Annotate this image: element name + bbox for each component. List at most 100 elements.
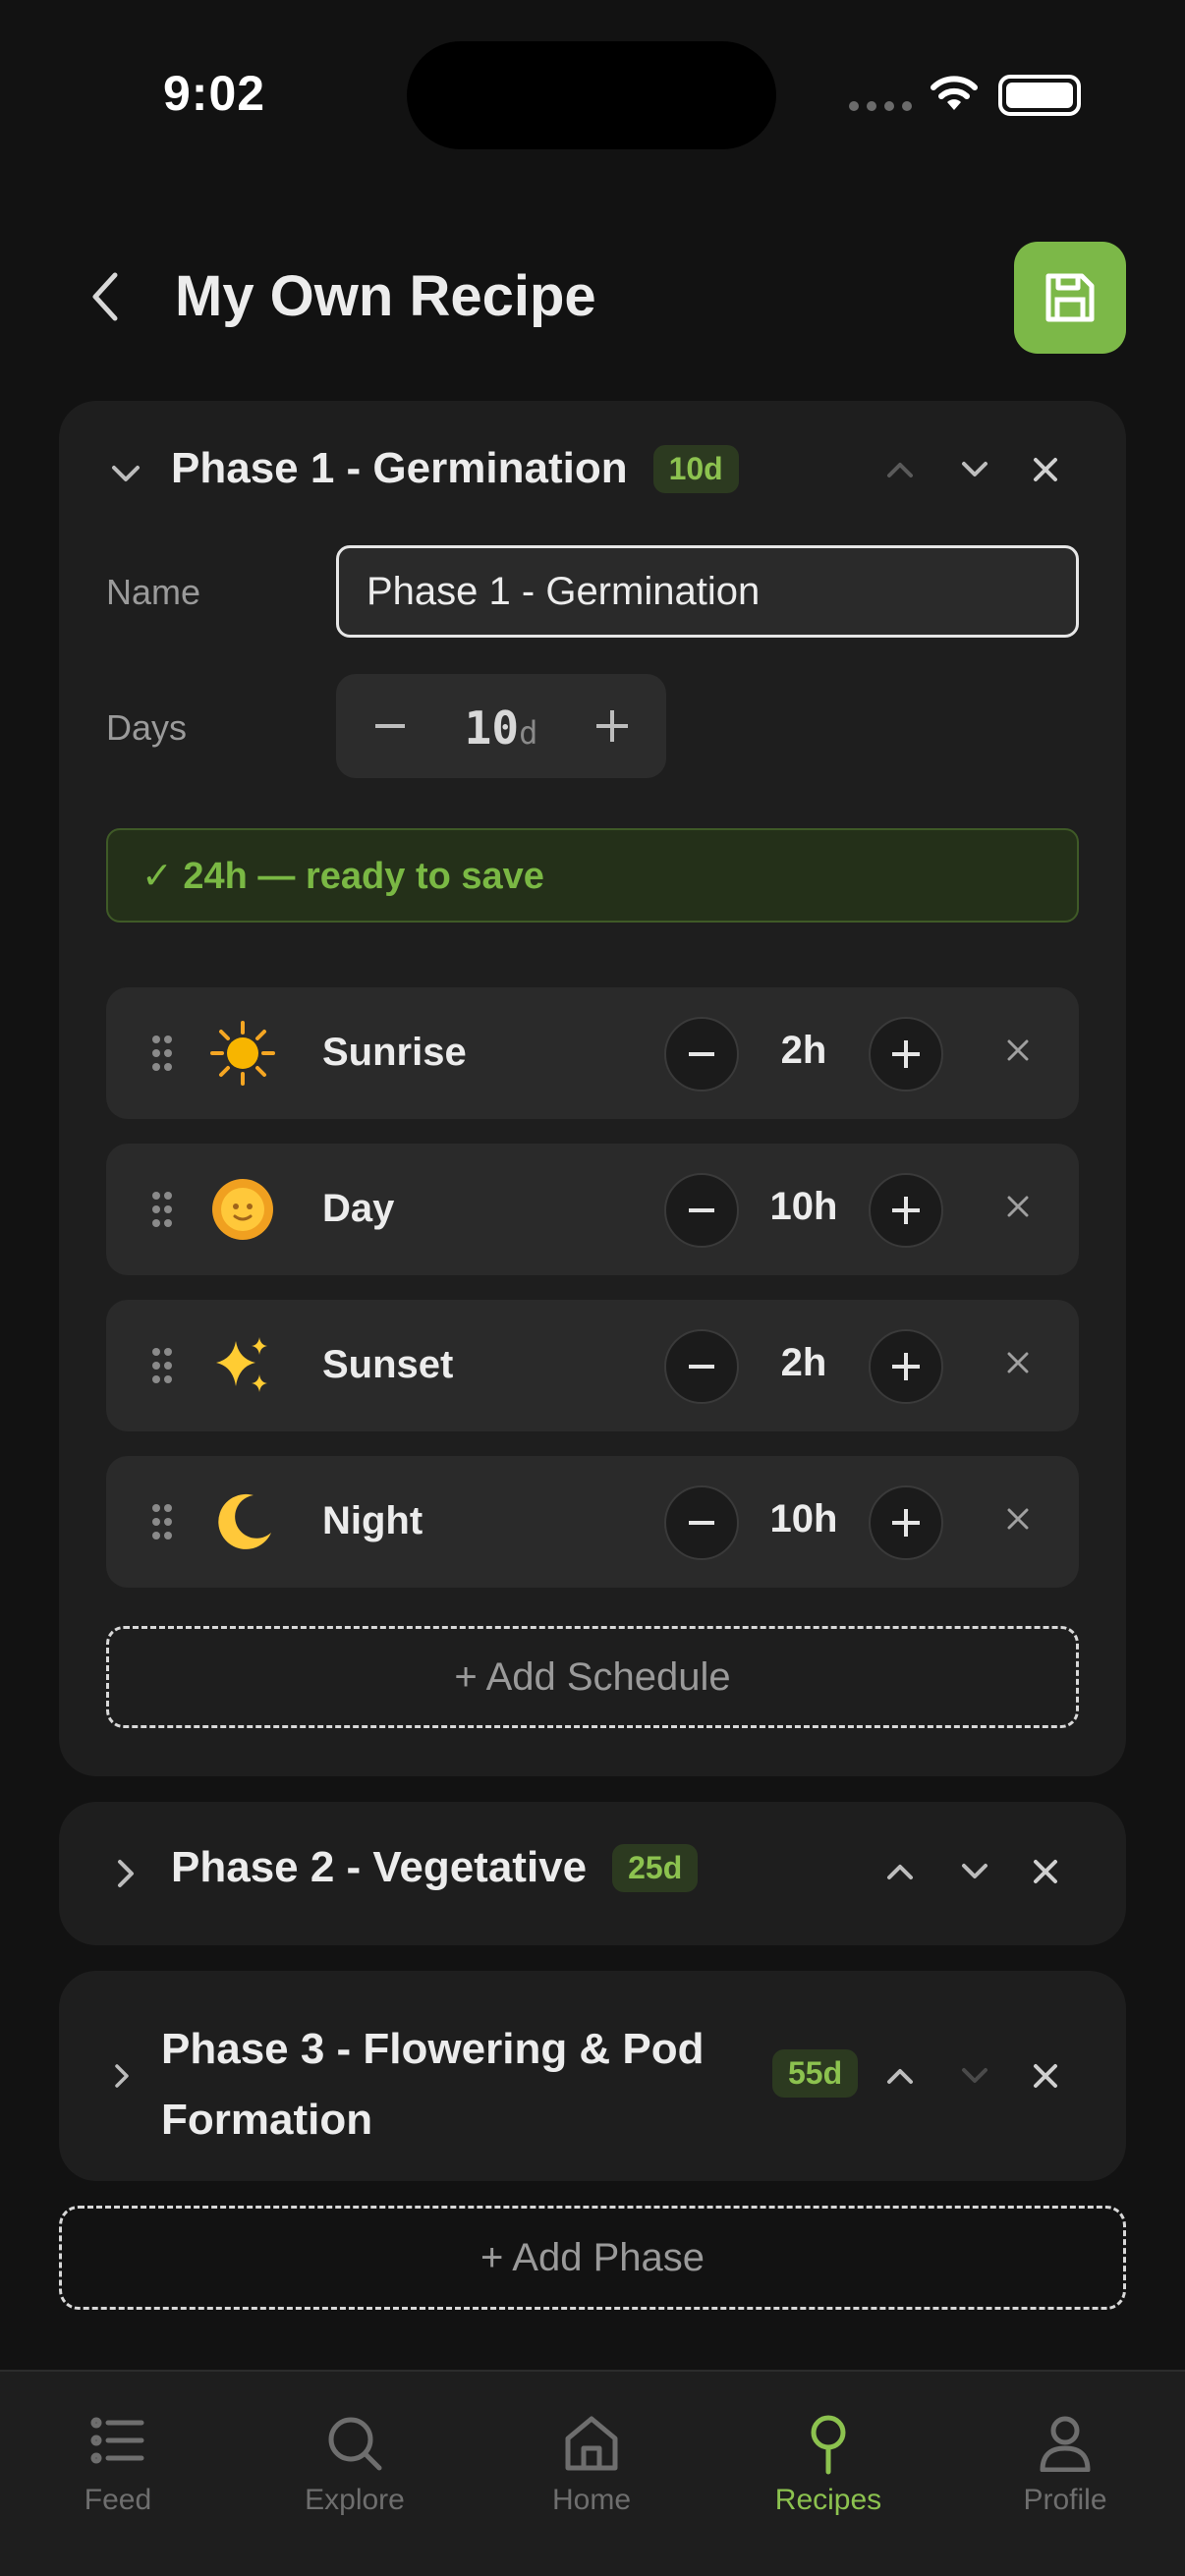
minus-icon [689, 1365, 714, 1369]
remove-schedule-button[interactable] [998, 1031, 1038, 1070]
decrease-hours-button[interactable] [664, 1017, 739, 1092]
schedule-row-day: Day 10h [106, 1144, 1079, 1275]
schedule-name: Sunset [322, 1343, 454, 1386]
name-label: Name [106, 572, 201, 612]
chevron-down-icon [962, 2068, 988, 2083]
remove-phase-button[interactable] [1022, 2052, 1069, 2100]
close-icon [1007, 1508, 1029, 1530]
phase-card-2[interactable]: Phase 2 - Vegetative 25d [59, 1802, 1126, 1945]
plus-icon [596, 710, 628, 742]
drag-handle-icon[interactable] [151, 1503, 173, 1540]
save-button[interactable] [1014, 242, 1126, 354]
schedule-name: Sunrise [322, 1031, 467, 1074]
schedule-name: Night [322, 1499, 423, 1542]
phase-2-days-badge: 25d [612, 1843, 699, 1892]
plus-icon [892, 1353, 920, 1380]
increase-hours-button[interactable] [869, 1485, 943, 1560]
collapse-phase-1-button[interactable] [106, 454, 145, 493]
expand-phase-2-button[interactable] [106, 1854, 145, 1893]
add-phase-button[interactable]: + Add Phase [59, 2206, 1126, 2310]
bottom-tab-bar: Feed Explore Home Recipes Profile [0, 2370, 1185, 2576]
phase-2-title: Phase 2 - Vegetative [171, 1843, 588, 1891]
increase-hours-button[interactable] [869, 1173, 943, 1248]
chevron-left-icon [92, 272, 118, 321]
expand-phase-3-button[interactable] [102, 2056, 141, 2096]
schedule-hours: 10h [769, 1185, 838, 1228]
phase-1-days-badge: 10d [652, 444, 739, 493]
tab-label: Explore [305, 2484, 405, 2516]
tab-label: Profile [1023, 2484, 1107, 2516]
remove-schedule-button[interactable] [998, 1187, 1038, 1226]
schedule-row-sunset: Sunset 2h [106, 1300, 1079, 1431]
page-title: My Own Recipe [175, 264, 596, 328]
chevron-down-icon [962, 462, 988, 476]
phase-name-input[interactable] [336, 545, 1079, 638]
sun-with-face-icon [208, 1175, 277, 1244]
tab-home[interactable]: Home [493, 2415, 690, 2517]
tab-label: Feed [84, 2484, 152, 2516]
close-icon [1034, 2064, 1057, 2088]
move-phase-down-button[interactable] [951, 446, 998, 493]
chevron-right-icon [115, 2064, 129, 2088]
plus-icon [892, 1197, 920, 1224]
dynamic-island [407, 41, 776, 149]
schedule-row-sunrise: Sunrise 2h [106, 987, 1079, 1119]
days-stepper: 10d [336, 674, 666, 778]
move-phase-up-button[interactable] [876, 2052, 924, 2100]
remove-phase-button[interactable] [1022, 1848, 1069, 1895]
chevron-up-icon [887, 2069, 913, 2084]
drag-handle-icon[interactable] [151, 1035, 173, 1072]
decrease-hours-button[interactable] [664, 1173, 739, 1248]
close-icon [1007, 1352, 1029, 1373]
tab-recipes[interactable]: Recipes [730, 2415, 927, 2517]
days-increment-button[interactable] [586, 700, 639, 753]
floppy-disk-icon [1045, 273, 1095, 322]
remove-phase-button[interactable] [1022, 446, 1069, 493]
move-phase-down-button[interactable] [951, 2052, 998, 2100]
wifi-icon [928, 73, 981, 112]
minus-icon [689, 1208, 714, 1212]
close-icon [1034, 1860, 1057, 1883]
plus-icon [892, 1040, 920, 1068]
back-button[interactable] [81, 265, 128, 328]
list-icon [90, 2417, 144, 2464]
phase-card-1: Phase 1 - Germination 10d Name Days 10d … [59, 401, 1126, 1776]
user-icon [1040, 2416, 1091, 2472]
search-icon [328, 2417, 382, 2471]
validation-banner: ✓ 24h — ready to save [106, 828, 1079, 923]
tab-label: Home [551, 2484, 632, 2516]
increase-hours-button[interactable] [869, 1329, 943, 1404]
sun-icon [208, 1019, 277, 1088]
phase-card-3[interactable]: Phase 3 - Flowering & Pod Formation 55d [59, 1971, 1126, 2181]
remove-schedule-button[interactable] [998, 1343, 1038, 1382]
move-phase-up-button[interactable] [876, 446, 924, 493]
sparkles-icon [208, 1331, 277, 1400]
drag-handle-icon[interactable] [151, 1191, 173, 1228]
chevron-up-icon [887, 1865, 913, 1879]
remove-schedule-button[interactable] [998, 1499, 1038, 1539]
tab-profile[interactable]: Profile [967, 2415, 1163, 2517]
tab-feed[interactable]: Feed [20, 2415, 216, 2517]
drag-handle-icon[interactable] [151, 1347, 173, 1384]
schedule-hours: 2h [780, 1029, 827, 1072]
chevron-up-icon [887, 463, 913, 477]
cellular-signal-icon [849, 101, 912, 111]
phase-1-title: Phase 1 - Germination [171, 444, 628, 492]
decrease-hours-button[interactable] [664, 1485, 739, 1560]
phase-3-title: Phase 3 - Flowering & Pod Formation [161, 2025, 705, 2144]
move-phase-down-button[interactable] [951, 1848, 998, 1895]
close-icon [1007, 1196, 1029, 1217]
add-schedule-button[interactable]: + Add Schedule [106, 1626, 1079, 1728]
map-pin-icon [811, 2415, 846, 2475]
home-icon [565, 2416, 618, 2471]
increase-hours-button[interactable] [869, 1017, 943, 1092]
move-phase-up-button[interactable] [876, 1848, 924, 1895]
tab-label: Recipes [774, 2484, 882, 2516]
schedule-hours: 2h [780, 1341, 827, 1384]
decrease-hours-button[interactable] [664, 1329, 739, 1404]
status-time: 9:02 [163, 66, 266, 121]
chevron-down-icon [962, 1864, 988, 1878]
schedule-name: Day [322, 1187, 395, 1230]
schedule-row-night: Night 10h [106, 1456, 1079, 1588]
tab-explore[interactable]: Explore [256, 2415, 453, 2517]
